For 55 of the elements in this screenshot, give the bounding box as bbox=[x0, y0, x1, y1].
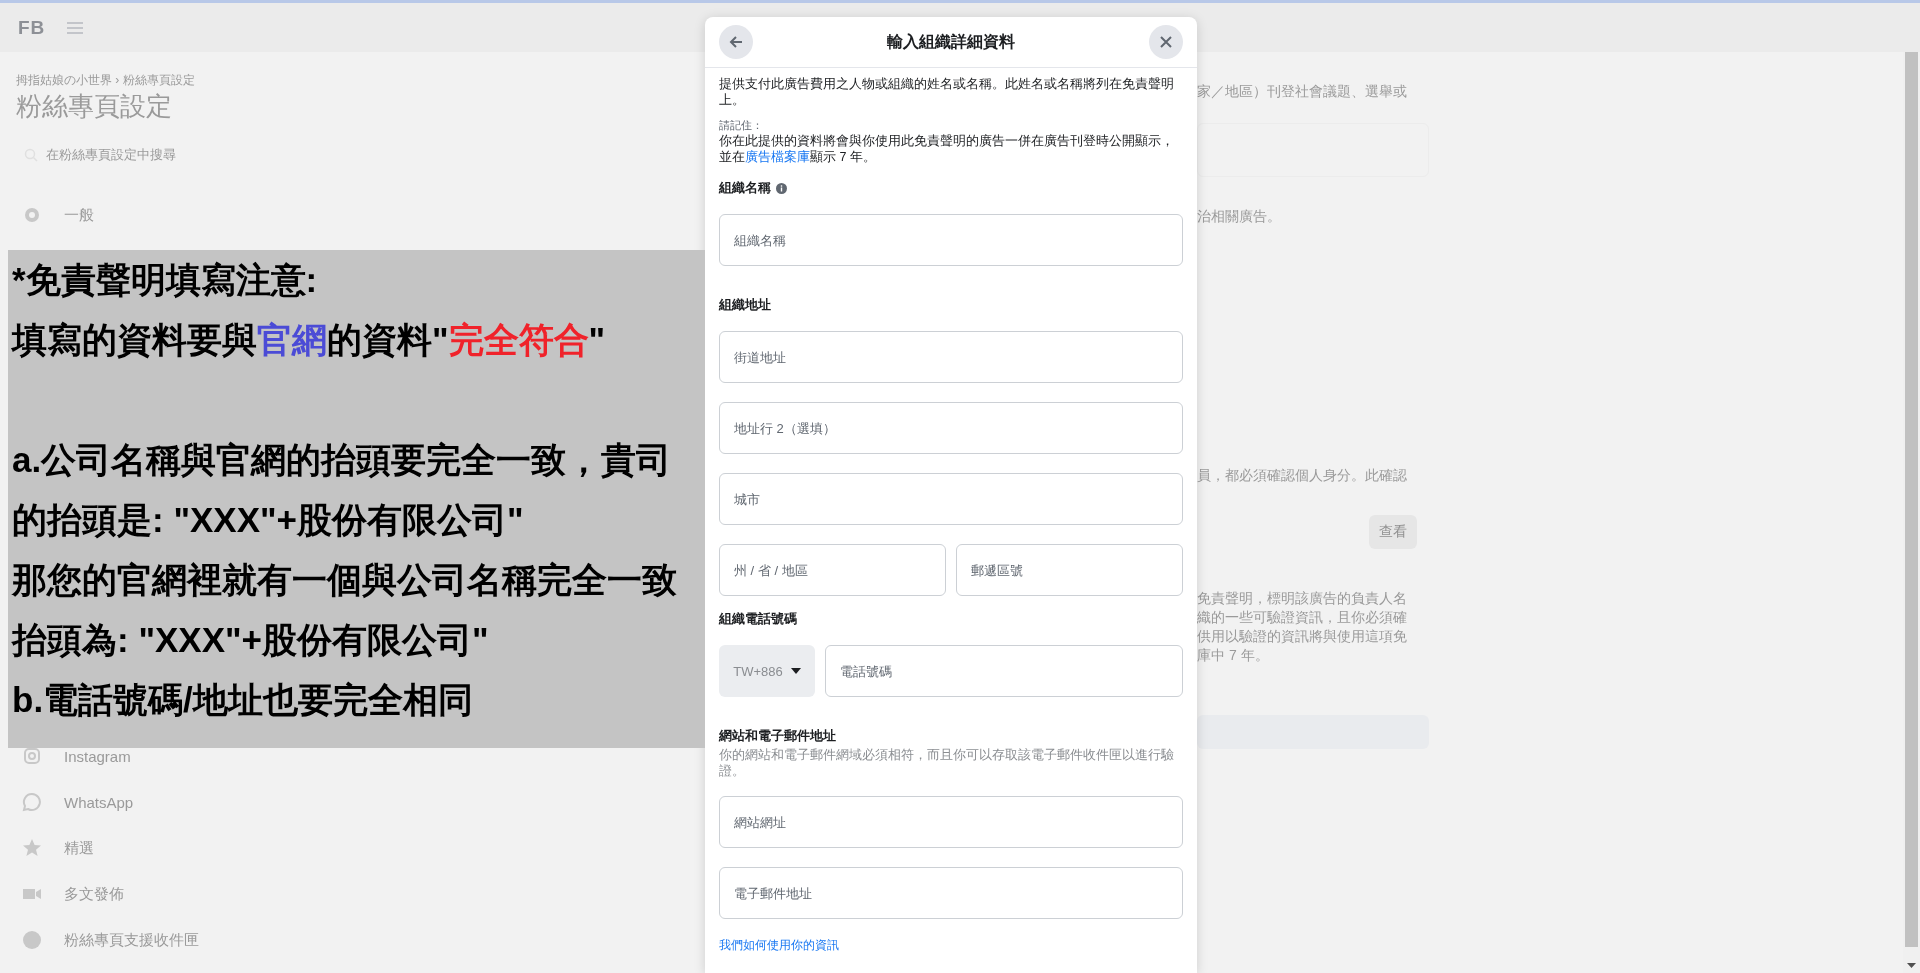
star-icon bbox=[22, 838, 42, 858]
ad-library-link[interactable]: 廣告檔案庫 bbox=[745, 150, 810, 164]
menu-item-label[interactable]: 一般 bbox=[64, 205, 94, 225]
input-field[interactable] bbox=[1197, 123, 1429, 177]
content-text: 免責聲明，標明該廣告的負責人名 bbox=[1197, 589, 1408, 608]
annotation-text: 填寫的資料要與官網的資料"完全符合" bbox=[12, 319, 607, 361]
remember-text: 你在此提供的資料將會與你使用此免責聲明的廣告一併在廣告刊登時公開顯示，並在廣告檔案庫顯示 7 年。 bbox=[719, 133, 1175, 165]
hint-text: 你的網站和電子郵件網域必須相符，而且你可以存取該電子郵件收件匣以進行驗證。 bbox=[719, 747, 1175, 779]
zip-field[interactable]: 郵遞區號 bbox=[956, 544, 1183, 596]
info-link[interactable]: 我們如何使用你的資訊 bbox=[719, 937, 839, 954]
back-button[interactable] bbox=[719, 25, 753, 59]
field-label: 組織名稱 bbox=[719, 179, 771, 197]
action-bar[interactable] bbox=[1197, 715, 1429, 749]
annotation-text: b.電話號碼/地址也要完全相同 bbox=[12, 679, 474, 721]
intro-text: 提供支付此廣告費用之人物或組織的姓名或名稱。此姓名或名稱將列在免責聲明上。 bbox=[719, 76, 1175, 108]
annotation-text: *免責聲明填寫注意: bbox=[12, 259, 319, 301]
content-text: 員，都必須確認個人身分。此確認 bbox=[1197, 466, 1408, 485]
page-title: 粉絲專頁設定 bbox=[16, 91, 172, 121]
field-label: 組織地址 bbox=[719, 296, 771, 314]
menu-item-label[interactable]: 精選 bbox=[64, 838, 94, 858]
logo[interactable]: FB bbox=[18, 16, 46, 39]
address-field[interactable]: 地址行 2（選填） bbox=[719, 402, 1183, 454]
menu-item-label[interactable]: 多文發佈 bbox=[64, 884, 124, 904]
field-label: 網站和電子郵件地址 bbox=[719, 727, 836, 745]
search-field[interactable]: 在粉絲專頁設定中搜尋 bbox=[46, 146, 176, 164]
content-text: 供用以驗證的資訊將與使用這項免 bbox=[1197, 627, 1408, 646]
content-text: 治相關廣告。 bbox=[1197, 207, 1282, 226]
view-button[interactable]: 查看 bbox=[1369, 515, 1417, 549]
content-text: 家／地區）刊登社會議題、選舉或 bbox=[1197, 82, 1408, 101]
field-label: 組織電話號碼 bbox=[719, 610, 797, 628]
breadcrumb: 拇指姑娘の小世界 › 粉絲專頁設定 bbox=[16, 72, 195, 89]
annotation-text: a.公司名稱與官網的抬頭要完全一致，貴司的抬頭是: "XXX"+股份有限公司" bbox=[12, 439, 673, 541]
address-field[interactable]: 城市 bbox=[719, 473, 1183, 525]
content-text: 庫中 7 年。 bbox=[1197, 646, 1270, 665]
menu-item-label[interactable]: WhatsApp bbox=[64, 793, 134, 811]
info-icon[interactable] bbox=[776, 182, 787, 194]
dialog-title: 輸入組織詳細資料 bbox=[887, 31, 1015, 52]
website-field[interactable]: 網站網址 bbox=[719, 796, 1183, 848]
close-button[interactable] bbox=[1149, 25, 1183, 59]
menu-icon[interactable] bbox=[67, 20, 84, 35]
whatsapp-icon bbox=[22, 792, 42, 812]
menu-item-label[interactable]: Instagram bbox=[64, 747, 131, 765]
content-text: 織的一些可驗證資訊，且你必須確 bbox=[1197, 608, 1408, 627]
arrow-left-icon bbox=[728, 34, 744, 50]
remember-label: 請記住： bbox=[719, 118, 764, 133]
state-field[interactable]: 州 / 省 / 地區 bbox=[719, 544, 946, 596]
annotation-text: 那您的官網裡就有一個與公司名稱完全一致抬頭為: "XXX"+股份有限公司" bbox=[12, 559, 678, 661]
email-field[interactable]: 電子郵件地址 bbox=[719, 867, 1183, 919]
org-name-field[interactable]: 組織名稱 bbox=[719, 214, 1183, 266]
menu-item-label[interactable]: 粉絲專頁支援收件匣 bbox=[64, 930, 199, 950]
phone-field[interactable]: 電話號碼 bbox=[825, 645, 1183, 697]
address-field[interactable]: 街道地址 bbox=[719, 331, 1183, 383]
country-code-dropdown[interactable]: TW+886 bbox=[719, 645, 815, 697]
caret-icon bbox=[790, 668, 801, 674]
close-icon bbox=[1158, 34, 1174, 50]
